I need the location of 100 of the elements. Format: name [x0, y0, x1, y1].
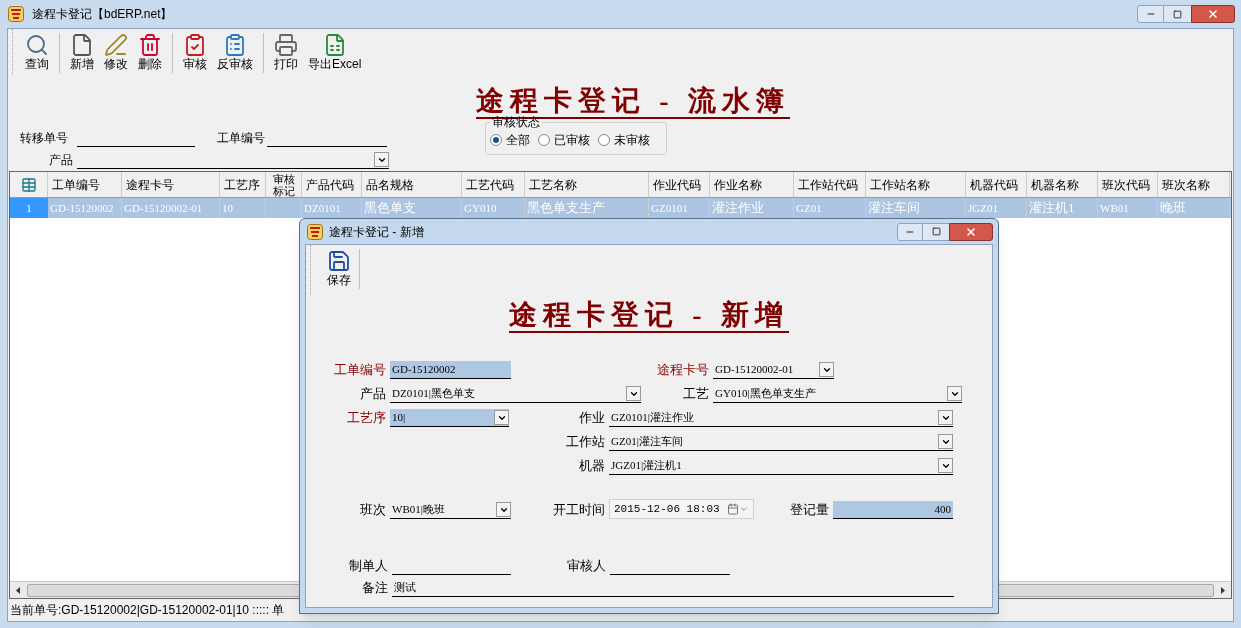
column-header[interactable]: 机器代码 [966, 172, 1027, 197]
combo-box[interactable]: 10| [390, 409, 509, 427]
toolbar-button[interactable]: 删除 [134, 33, 166, 71]
field-label: 班次 [359, 500, 387, 519]
combo-box[interactable] [77, 152, 389, 169]
combo-box[interactable]: GZ01|灌注车间 [609, 433, 953, 451]
filter-label: 工单编号 [216, 130, 266, 147]
field-label: 登记量 [789, 500, 830, 519]
maximize-icon [931, 227, 941, 236]
column-header[interactable]: 班次代码 [1098, 172, 1158, 197]
combo-box[interactable]: GD-15120002-01 [713, 361, 834, 379]
toolbar-button[interactable]: 保存 [323, 249, 355, 287]
table-cell: 晚班 [1158, 198, 1230, 218]
radio-button[interactable] [490, 134, 502, 146]
toolbar-button[interactable]: 反审核 [213, 33, 257, 71]
field-label: 工单编号 [333, 360, 387, 379]
column-header[interactable]: 工艺代码 [462, 172, 525, 197]
minimize-button[interactable] [897, 222, 923, 241]
column-header[interactable]: 作业代码 [649, 172, 710, 197]
dialog-title: 途程卡登记 - 新增 [329, 223, 425, 241]
combo-box[interactable]: GY010|黑色单支生产 [713, 385, 962, 403]
filter-label: 转移单号 [20, 130, 69, 147]
column-header[interactable]: 工艺序 [220, 172, 266, 197]
app-logo-icon [307, 223, 323, 240]
field-label: 作业 [578, 408, 606, 427]
minimize-button[interactable] [1137, 5, 1164, 23]
field-label: 产品 [359, 384, 387, 403]
field-label: 途程卡号 [656, 360, 710, 379]
dropdown-caret-icon [938, 458, 953, 473]
close-button[interactable] [1191, 5, 1235, 23]
grid-icon [20, 176, 37, 193]
toolbar-button[interactable]: 修改 [100, 33, 132, 71]
maximize-button[interactable] [1164, 5, 1191, 23]
combo-box[interactable]: WB01|晚班 [390, 501, 511, 519]
column-header[interactable]: 途程卡号 [122, 172, 220, 197]
caret-icon [739, 504, 749, 514]
column-header[interactable]: 产品代码 [302, 172, 362, 197]
toolbar-button[interactable]: 查询 [21, 33, 53, 71]
combo-box[interactable]: DZ0101|黑色单支 [390, 385, 641, 403]
input-field[interactable]: 测试 [392, 579, 954, 597]
table-cell: 灌注机1 [1027, 198, 1098, 218]
dropdown-caret-icon [374, 152, 389, 167]
column-header[interactable]: 班次名称 [1158, 172, 1230, 197]
input-field[interactable]: GD-15120002 [390, 361, 511, 379]
table-cell: GD-15120002 [48, 198, 122, 218]
magnifier-icon [25, 33, 49, 57]
field-label: 机器 [578, 456, 606, 475]
radio-option[interactable]: 全部 [490, 131, 530, 149]
dropdown-caret-icon [947, 386, 962, 401]
combo-box[interactable]: GZ0101|灌注作业 [609, 409, 953, 427]
input-field[interactable]: 400 [833, 501, 953, 519]
clipboard-check-icon [183, 33, 207, 57]
close-icon [965, 225, 977, 238]
column-header[interactable]: 作业名称 [710, 172, 794, 197]
dropdown-caret-icon [938, 434, 953, 449]
column-header[interactable]: 工作站代码 [794, 172, 866, 197]
trash-can-icon [138, 33, 162, 57]
form-heading: 途程卡登记 - 新增 [509, 299, 789, 333]
radio-option[interactable]: 已审核 [538, 131, 590, 149]
field-label: 制单人 [348, 556, 389, 575]
toolbar-button[interactable]: 新增 [66, 33, 98, 71]
field-label: 审核人 [566, 556, 607, 575]
close-icon [1207, 8, 1219, 20]
toolbar-button[interactable]: 审核 [179, 33, 211, 71]
calendar-icon [727, 503, 739, 515]
table-cell: 10 [220, 198, 266, 218]
column-header[interactable]: 工作站名称 [866, 172, 966, 197]
radio-button[interactable] [598, 134, 610, 146]
field-label: 开工时间 [552, 500, 606, 519]
toolbar-button[interactable]: 打印 [270, 33, 302, 71]
field-label: 工作站 [565, 432, 606, 451]
combo-box[interactable]: JGZ01|灌注机1 [609, 457, 953, 475]
close-button[interactable] [949, 222, 993, 241]
dropdown-caret-icon [626, 386, 641, 401]
field-label: 备注 [361, 578, 389, 597]
dropdown-caret-icon [494, 410, 509, 425]
datetime-picker[interactable]: 2015-12-06 18:03 [609, 499, 754, 519]
filter-label: 产品 [48, 152, 74, 169]
column-header[interactable]: 工艺名称 [525, 172, 649, 197]
dropdown-caret-icon [938, 410, 953, 425]
clipboard-icon [223, 33, 247, 57]
dropdown-caret-icon [496, 502, 511, 517]
column-header[interactable]: 品名规格 [362, 172, 462, 197]
row-number: 1 [10, 198, 48, 218]
radio-button[interactable] [538, 134, 550, 146]
table-cell: WB01 [1098, 198, 1158, 218]
dropdown-caret-icon [819, 362, 834, 377]
window-title: 途程卡登记【bdERP.net】 [32, 6, 174, 23]
column-header[interactable]: 机器名称 [1027, 172, 1098, 197]
status-text: 当前单号:GD-15120002|GD-15120002-01|10 ::::: 单 [10, 602, 285, 619]
blank-page-icon [70, 33, 94, 57]
column-header[interactable]: 工单编号 [48, 172, 122, 197]
field-label: 工艺 [682, 384, 710, 403]
radio-option[interactable]: 未审核 [598, 131, 650, 149]
printer-icon [274, 33, 298, 57]
column-header[interactable]: 审核标记 [266, 172, 302, 197]
app-logo-icon [8, 6, 24, 22]
field-label: 工艺序 [346, 408, 387, 427]
maximize-button[interactable] [923, 222, 949, 241]
toolbar-button[interactable]: 导出Excel [304, 33, 366, 71]
